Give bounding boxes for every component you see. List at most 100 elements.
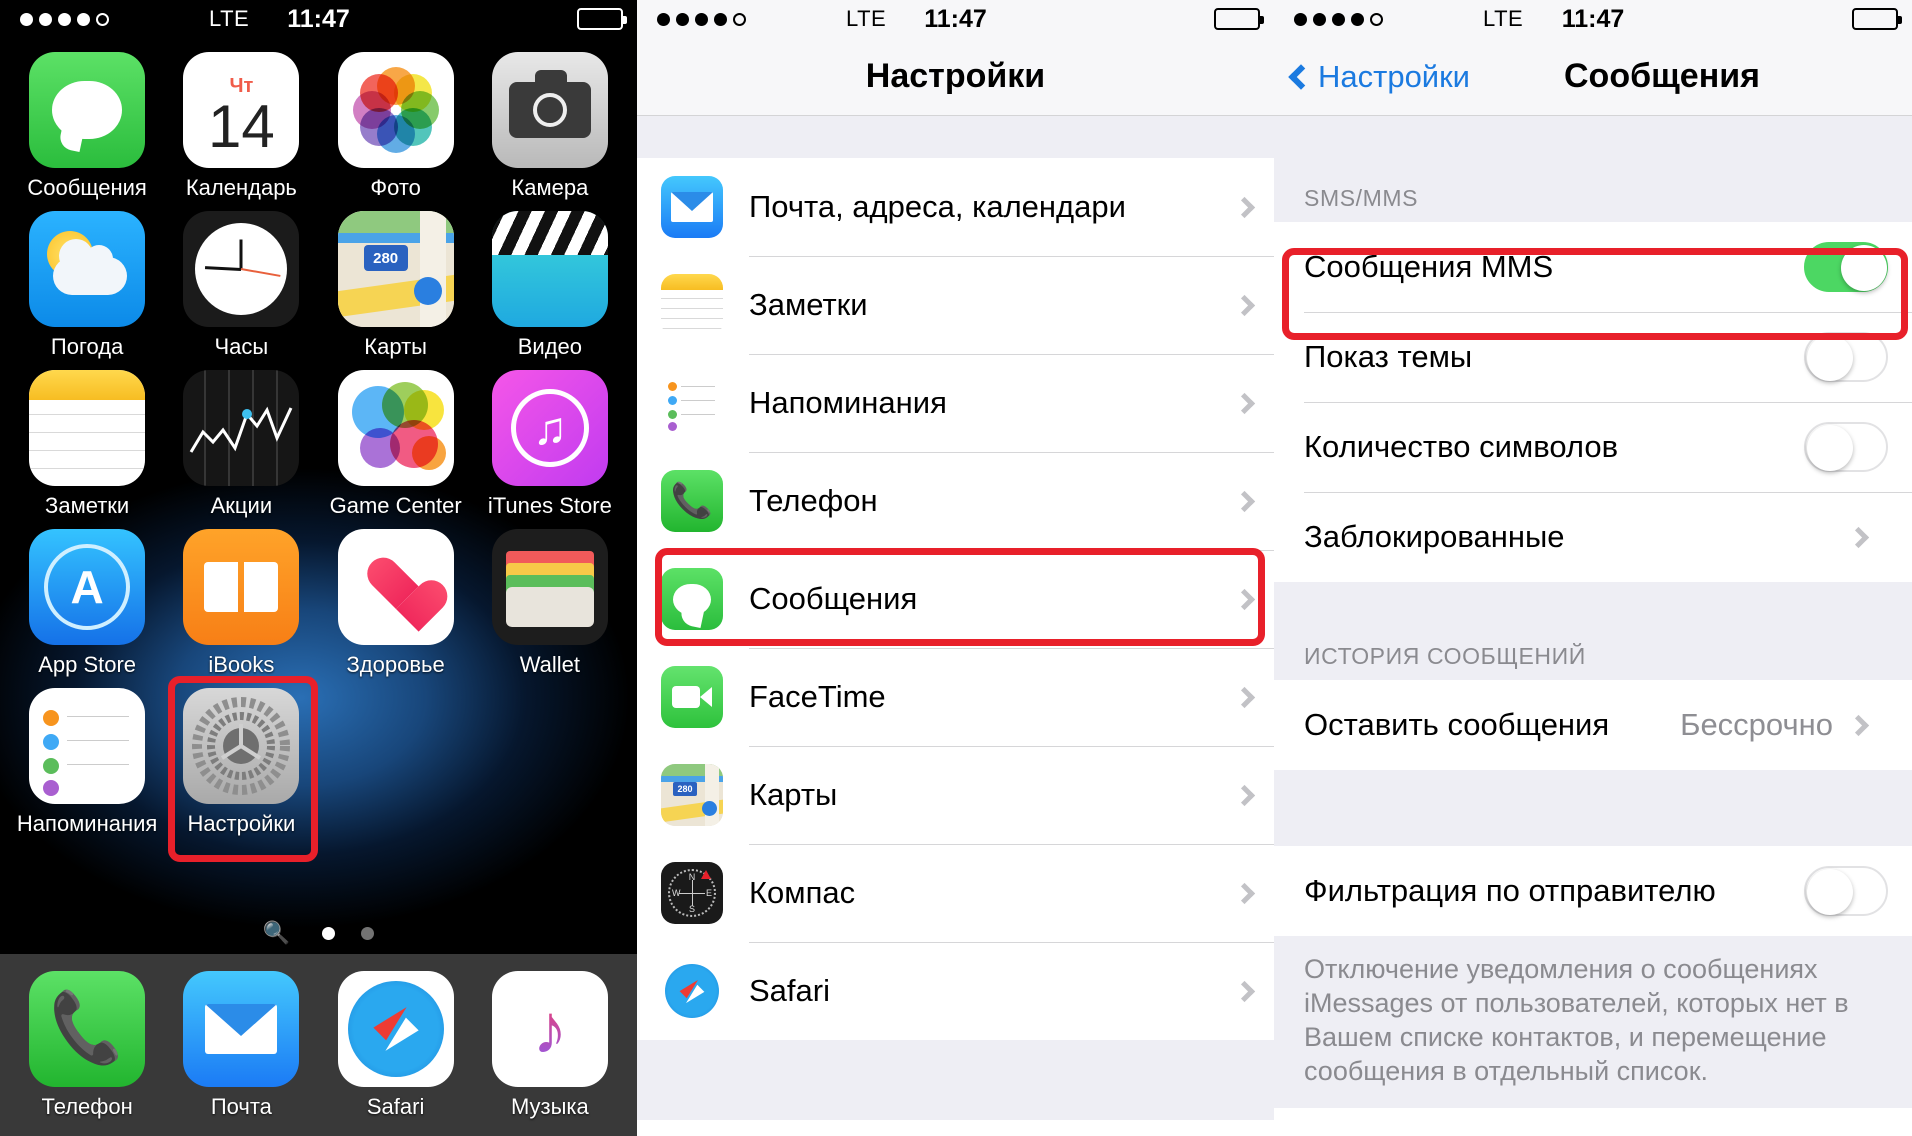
app-label: Заметки — [45, 493, 130, 518]
dock: 📞 Телефон Почта Safari ♪ Музыка — [0, 954, 637, 1136]
chevron-right-icon — [1233, 980, 1256, 1002]
carrier-label: LTE — [209, 6, 250, 31]
settings-row-reminders[interactable]: Напоминания — [637, 354, 1274, 452]
chevron-right-icon — [1847, 714, 1870, 736]
maps-icon: 280 — [337, 211, 454, 327]
row-label: Сообщения MMS — [1304, 249, 1554, 284]
row-filter-unknown-senders[interactable]: Фильтрация по отправителю — [1274, 846, 1912, 936]
settings-row-facetime[interactable]: FaceTime — [637, 648, 1274, 746]
app-reminders[interactable]: Напоминания — [10, 688, 164, 837]
keep-messages-value: Бессрочно — [1680, 707, 1833, 742]
row-blocked[interactable]: Заблокированные — [1274, 492, 1912, 582]
page-dot-1[interactable] — [322, 926, 336, 940]
three-panel-screenshot: LTE 11:47 Сообщения Чт 14 Календарь Фото… — [0, 0, 1912, 1136]
row-mms-messages[interactable]: Сообщения MMS — [1274, 222, 1912, 312]
app-settings[interactable]: Настройки — [164, 688, 318, 837]
dock-music[interactable]: ♪ Музыка — [491, 970, 608, 1120]
mail-icon — [661, 176, 723, 238]
stocks-icon — [183, 370, 300, 486]
calendar-icon: Чт 14 — [183, 52, 300, 168]
row-label: Заблокированные — [1304, 519, 1565, 554]
app-label: iBooks — [208, 652, 275, 677]
signal-strength-dots — [20, 12, 109, 26]
app-notes[interactable]: Заметки — [10, 370, 164, 519]
dock-safari[interactable]: Safari — [337, 970, 454, 1120]
messages-settings-panel: LTE 11:47 Настройки Сообщения SMS/MMS Со… — [1274, 0, 1912, 1136]
settings-row-notes[interactable]: Заметки — [637, 256, 1274, 354]
app-stocks[interactable]: Акции — [164, 370, 318, 519]
row-keep-messages[interactable]: Оставить сообщения Бессрочно — [1274, 680, 1912, 770]
page-title: Сообщения — [1564, 57, 1760, 95]
app-maps[interactable]: 280 Карты — [319, 211, 473, 360]
settings-row-music[interactable]: ♪ Музыка — [637, 1120, 1274, 1136]
safari-compass-icon — [337, 970, 454, 1087]
app-label: Видео — [517, 334, 583, 359]
row-show-subject[interactable]: Показ темы — [1274, 312, 1912, 402]
app-label: Телефон — [41, 1093, 133, 1119]
back-button[interactable]: Настройки — [1288, 59, 1470, 95]
app-game-center[interactable]: Game Center — [319, 370, 473, 519]
carrier-label: LTE — [846, 6, 887, 31]
row-label: Количество символов — [1304, 429, 1619, 464]
app-health[interactable]: Здоровье — [319, 529, 473, 678]
app-wallet[interactable]: Wallet — [473, 529, 627, 678]
app-weather[interactable]: Погода — [10, 211, 164, 360]
show-subject-toggle[interactable] — [1804, 332, 1888, 382]
app-label: Напоминания — [16, 811, 158, 836]
chevron-left-icon — [1288, 63, 1314, 90]
dock-phone[interactable]: 📞 Телефон — [29, 970, 146, 1120]
app-label: Фото — [370, 175, 421, 200]
page-dot-2[interactable] — [361, 926, 375, 940]
row-label: Компас — [749, 875, 856, 910]
app-camera[interactable]: Камера — [473, 52, 627, 201]
notes-icon — [29, 370, 146, 486]
ibooks-icon — [183, 529, 300, 645]
reminders-icon — [29, 688, 146, 804]
row-label: Карты — [749, 777, 838, 812]
signal-strength-dots — [657, 12, 746, 26]
settings-row-phone[interactable]: 📞 Телефон — [637, 452, 1274, 550]
calendar-date: 14 — [208, 93, 275, 160]
camera-icon — [491, 52, 608, 168]
status-clock: 11:47 — [924, 4, 987, 33]
settings-row-safari[interactable]: Safari — [637, 942, 1274, 1040]
page-indicator: 🔍 — [0, 920, 637, 946]
app-video[interactable]: Видео — [473, 211, 627, 360]
app-itunes-store[interactable]: ♫ iTunes Store — [473, 370, 627, 519]
app-messages[interactable]: Сообщения — [10, 52, 164, 201]
row-label: Напоминания — [749, 385, 947, 420]
settings-list-panel: LTE 11:47 Настройки Почта, адреса, кален… — [637, 0, 1274, 1136]
app-label: Настройки — [187, 811, 296, 836]
dock-mail[interactable]: Почта — [183, 970, 300, 1120]
settings-row-compass[interactable]: NS WE Компас — [637, 844, 1274, 942]
chevron-right-icon — [1233, 392, 1256, 414]
group-spacer — [637, 116, 1274, 158]
app-clock[interactable]: Часы — [164, 211, 318, 360]
app-ibooks[interactable]: iBooks — [164, 529, 318, 678]
message-history-group: Оставить сообщения Бессрочно — [1274, 680, 1912, 770]
app-photos[interactable]: Фото — [319, 52, 473, 201]
reminders-icon — [661, 372, 723, 434]
group-spacer — [1274, 116, 1912, 176]
signal-strength-dots — [1294, 12, 1383, 26]
mail-icon — [183, 970, 300, 1087]
app-app-store[interactable]: A App Store — [10, 529, 164, 678]
filter-unknown-senders-toggle[interactable] — [1804, 866, 1888, 916]
row-character-count[interactable]: Количество символов — [1274, 402, 1912, 492]
status-bar-home: LTE 11:47 — [0, 0, 637, 38]
filter-footnote: Отключение уведомления о сообщениях iMes… — [1274, 936, 1912, 1109]
app-label: Акции — [210, 493, 273, 518]
character-count-toggle[interactable] — [1804, 422, 1888, 472]
messages-navbar: Настройки Сообщения — [1274, 38, 1912, 116]
row-label: Сообщения — [749, 581, 918, 616]
phone-icon: 📞 — [29, 970, 146, 1087]
search-icon[interactable]: 🔍 — [263, 920, 290, 946]
app-calendar[interactable]: Чт 14 Календарь — [164, 52, 318, 201]
settings-row-messages[interactable]: Сообщения — [637, 550, 1274, 648]
mms-messages-toggle[interactable] — [1804, 242, 1888, 292]
row-label: Телефон — [749, 483, 878, 518]
settings-row-maps[interactable]: 280 Карты — [637, 746, 1274, 844]
app-label: Сообщения — [27, 175, 147, 200]
app-label: Музыка — [510, 1093, 589, 1119]
settings-row-mail[interactable]: Почта, адреса, календари — [637, 158, 1274, 256]
